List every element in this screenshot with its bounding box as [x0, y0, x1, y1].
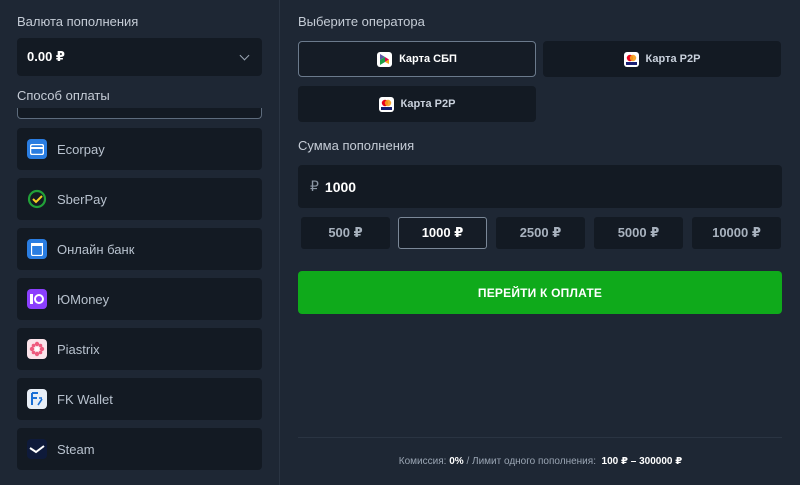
preset-500[interactable]: 500 ₽ [301, 217, 390, 249]
operator-p2p-card-2[interactable]: Карта P2P [298, 86, 536, 122]
right-panel: Выберите оператора Карта СБП Карта P2P К… [281, 0, 800, 485]
method-label: Steam [57, 441, 95, 457]
method-label: ЮMoney [57, 291, 110, 307]
operator-label: Карта P2P [645, 53, 701, 65]
steam-icon [27, 439, 47, 459]
preset-1000[interactable]: 1000 ₽ [398, 217, 487, 249]
method-label: Онлайн банк [57, 241, 135, 257]
method-sberpay[interactable]: SberPay [17, 178, 262, 220]
operator-p2p-card-1[interactable]: Карта P2P [543, 41, 781, 77]
currency-label: Валюта пополнения [17, 14, 139, 29]
selected-method-partial[interactable] [17, 108, 262, 119]
operator-sbp-card[interactable]: Карта СБП [298, 41, 536, 77]
limit-value: 100 ₽ – 300000 ₽ [601, 456, 683, 467]
divider [298, 437, 782, 438]
mastercard-visa-icon [378, 96, 394, 112]
method-steam[interactable]: Steam [17, 428, 262, 470]
method-fk-wallet[interactable]: FK Wallet [17, 378, 262, 420]
method-online-bank[interactable]: Онлайн банк [17, 228, 262, 270]
footer-info: Комиссия: 0% / Лимит одного пополнения: … [281, 456, 800, 467]
amount-value: 1000 [324, 178, 357, 195]
mastercard-visa-icon [623, 51, 639, 67]
preset-10000[interactable]: 10000 ₽ [692, 217, 781, 249]
sberpay-icon [27, 189, 47, 209]
deposit-dialog: Валюта пополнения 0.00 ₽ Способ оплаты E… [0, 0, 800, 485]
bank-icon [27, 239, 47, 259]
fkwallet-icon [27, 389, 47, 409]
method-piastrix[interactable]: Piastrix [17, 328, 262, 370]
yoomoney-icon [27, 289, 47, 309]
limit-label: Лимит одного пополнения: [472, 456, 596, 467]
separator: / [466, 456, 470, 467]
piastrix-icon [27, 339, 47, 359]
amount-label: Сумма пополнения [298, 138, 415, 153]
operator-label: Карта P2P [400, 98, 456, 110]
operator-label: Карта СБП [399, 53, 457, 65]
method-label: Piastrix [57, 341, 100, 357]
proceed-to-payment-button[interactable]: ПЕРЕЙТИ К ОПЛАТЕ [298, 271, 782, 314]
method-label: Ecorpay [57, 141, 105, 157]
method-ecorpay[interactable]: Ecorpay [17, 128, 262, 170]
payment-method-label: Способ оплаты [17, 88, 110, 103]
method-yoomoney[interactable]: ЮMoney [17, 278, 262, 320]
sbp-icon [377, 51, 393, 67]
amount-input[interactable]: ₽ 1000 [298, 165, 782, 208]
operator-label: Выберите оператора [298, 14, 425, 29]
currency-select[interactable]: 0.00 ₽ [17, 38, 262, 76]
preset-2500[interactable]: 2500 ₽ [496, 217, 585, 249]
left-panel: Валюта пополнения 0.00 ₽ Способ оплаты E… [0, 0, 280, 485]
currency-value: 0.00 ₽ [27, 49, 65, 64]
preset-5000[interactable]: 5000 ₽ [594, 217, 683, 249]
card-icon [27, 139, 47, 159]
commission-value: 0% [449, 456, 464, 467]
commission-label: Комиссия: [398, 456, 447, 467]
chevron-down-icon [239, 50, 250, 60]
method-label: FK Wallet [57, 391, 113, 407]
ruble-icon: ₽ [310, 178, 319, 194]
method-label: SberPay [57, 191, 107, 207]
